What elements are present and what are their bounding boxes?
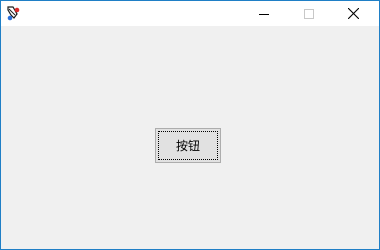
maximize-icon xyxy=(303,8,314,19)
minimize-button[interactable] xyxy=(241,1,286,26)
push-button[interactable]: 按钮 xyxy=(155,128,221,163)
minimize-icon xyxy=(258,9,269,19)
maximize-button[interactable] xyxy=(286,1,331,26)
client-area: 按钮 xyxy=(1,26,379,249)
push-button-label: 按钮 xyxy=(175,139,200,153)
close-icon xyxy=(348,8,359,19)
app-window: 按钮 xyxy=(0,0,380,250)
close-button[interactable] xyxy=(331,1,376,26)
title-bar[interactable] xyxy=(1,1,379,26)
app-icon[interactable] xyxy=(5,5,21,21)
